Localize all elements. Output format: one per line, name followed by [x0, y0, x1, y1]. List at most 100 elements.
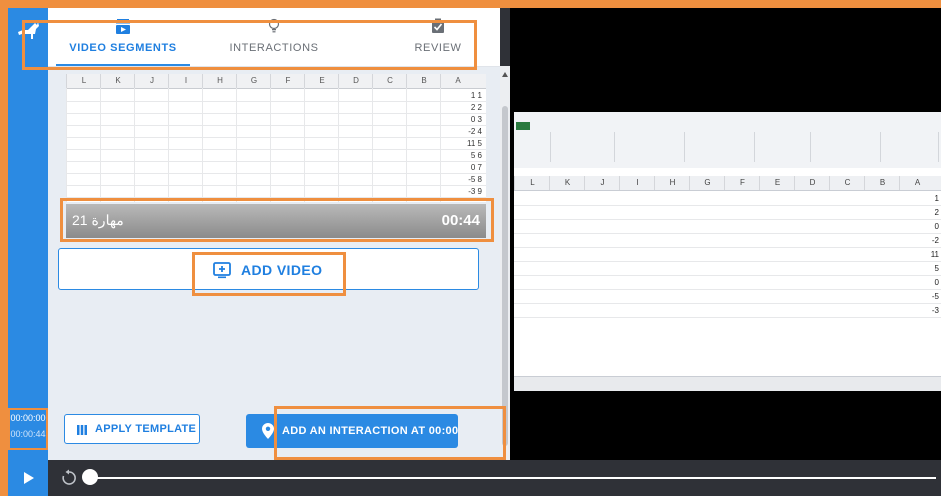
active-tab-indicator [56, 64, 190, 66]
grid-line [514, 247, 941, 248]
apply-template-button[interactable]: APPLY TEMPLATE [64, 414, 200, 444]
left-rail: 00:00:00 00:00:44 [8, 8, 48, 496]
scrollbar-thumb[interactable] [502, 106, 508, 446]
column-header-A: A [440, 74, 475, 88]
cell-value: 0 [934, 278, 939, 287]
current-time: 00:00:00 [10, 413, 46, 423]
grid-line [514, 233, 941, 234]
column-header-L: L [66, 74, 101, 88]
tab-label: REVIEW [414, 42, 462, 54]
column-header-B: B [406, 74, 441, 88]
column-header-H: H [202, 74, 237, 88]
column-header-E: E [759, 176, 795, 190]
cell-value: 11 5 [467, 139, 482, 148]
column-header-J: J [584, 176, 620, 190]
tab-bar: VIDEO SEGMENTS INTERACTIONS REVIEW [48, 8, 500, 67]
column-header-D: D [794, 176, 830, 190]
ribbon-group [614, 132, 685, 162]
spreadsheet-status-bar [514, 376, 941, 391]
segment-thumbnail[interactable]: LKJIHGFEDCBA 1 1 2 2 0 3 -2 4 11 5 5 6 0 7 -5 8… [66, 74, 486, 202]
ribbon-group [684, 132, 755, 162]
grid-line [514, 303, 941, 304]
column-header-K: K [100, 74, 135, 88]
grid-line [514, 261, 941, 262]
column-header-D: D [338, 74, 373, 88]
grid-line [66, 125, 486, 126]
lightbulb-icon [268, 18, 280, 33]
cell-value: 0 3 [470, 115, 482, 124]
ribbon-group [516, 132, 551, 162]
grid-line [514, 275, 941, 276]
column-header-L: L [514, 176, 550, 190]
time-display: 00:00:00 00:00:44 [8, 408, 48, 450]
column-header-G: G [689, 176, 725, 190]
ribbon-group [754, 132, 811, 162]
grid-line [514, 219, 941, 220]
cell-value: 0 7 [470, 163, 482, 172]
column-header-K: K [549, 176, 585, 190]
grid-line [514, 317, 941, 318]
play-button[interactable] [8, 460, 48, 496]
grid-line [514, 289, 941, 290]
cell-value: 1 1 [470, 91, 482, 100]
template-columns-icon [77, 425, 87, 435]
cell-value: -5 8 [468, 175, 482, 184]
grid-line [66, 161, 486, 162]
column-header-E: E [304, 74, 339, 88]
cell-value: 1 [934, 194, 939, 203]
location-pin-icon [262, 423, 274, 439]
cell-value: -5 [931, 292, 939, 301]
column-header-H: H [654, 176, 690, 190]
dog-logo-icon [18, 22, 39, 39]
column-header-J: J [134, 74, 169, 88]
column-header-G: G [236, 74, 271, 88]
cell-value: -3 [931, 306, 939, 315]
ribbon-group [550, 132, 615, 162]
tab-review[interactable]: REVIEW [378, 8, 498, 66]
cell-value: -3 9 [468, 187, 482, 196]
editor-app: 00:00:00 00:00:44 VIDEO SEGMENTS INTERAC… [8, 8, 941, 496]
grid-line [66, 101, 486, 102]
thumbnail-column-header: LKJIHGFEDCBA [66, 74, 486, 89]
column-header-C: C [372, 74, 407, 88]
tab-video-segments[interactable]: VIDEO SEGMENTS [56, 8, 190, 66]
scroll-up-arrow-icon[interactable] [502, 72, 508, 77]
highlight-box [60, 198, 494, 242]
total-time: 00:00:44 [10, 429, 46, 439]
cell-value: 5 [934, 264, 939, 273]
cell-value: 0 [934, 222, 939, 231]
grid-line [66, 173, 486, 174]
column-header-I: I [168, 74, 203, 88]
column-header-F: F [724, 176, 760, 190]
cell-value: 11 [930, 250, 939, 259]
highlight-box [192, 252, 346, 296]
seek-knob[interactable] [82, 469, 98, 485]
grid-line [66, 149, 486, 150]
seek-track[interactable] [90, 477, 936, 479]
column-header-A: A [899, 176, 935, 190]
cell-value: 5 6 [470, 151, 482, 160]
panel-scrollbar[interactable] [500, 66, 510, 460]
highlight-box [274, 406, 506, 460]
grid-line [514, 205, 941, 206]
grid-line [66, 113, 486, 114]
cell-value: 2 [934, 208, 939, 217]
column-header-F: F [270, 74, 305, 88]
play-icon [24, 472, 34, 484]
video-preview[interactable]: LKJIHGFEDCBA 1 2 0 -2 11 5 0 -5 -3 [510, 8, 941, 460]
restart-icon[interactable] [60, 469, 78, 487]
ribbon-group [810, 132, 881, 162]
ribbon-group [880, 132, 939, 162]
column-header-C: C [829, 176, 865, 190]
tab-interactions[interactable]: INTERACTIONS [214, 8, 334, 66]
tab-label: VIDEO SEGMENTS [69, 42, 177, 54]
spreadsheet-column-header: LKJIHGFEDCBA [514, 176, 941, 191]
cell-value: -2 4 [468, 127, 482, 136]
column-header-I: I [619, 176, 655, 190]
cell-value: 2 2 [470, 103, 482, 112]
video-frame-spreadsheet: LKJIHGFEDCBA 1 2 0 -2 11 5 0 -5 -3 [514, 112, 941, 391]
file-tab [516, 122, 530, 130]
column-header-B: B [864, 176, 900, 190]
grid-line [66, 185, 486, 186]
cell-value: -2 [931, 236, 939, 245]
